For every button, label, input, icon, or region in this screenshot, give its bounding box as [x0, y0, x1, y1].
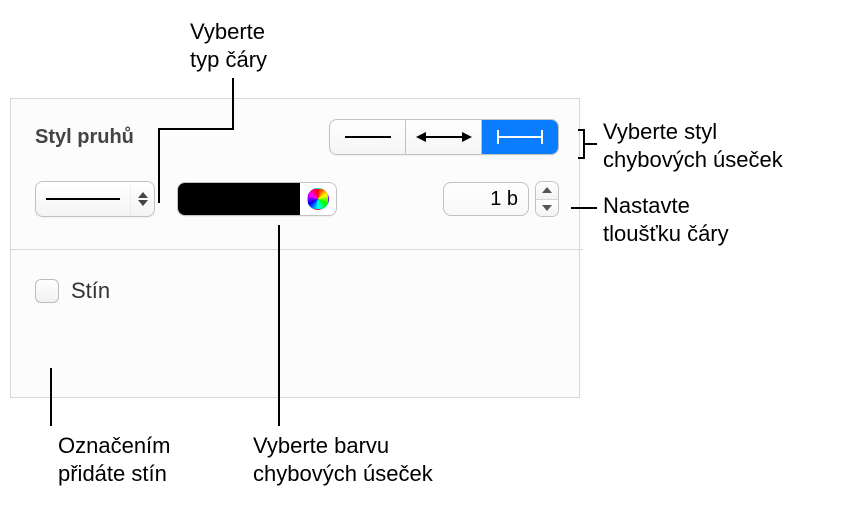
callout-line	[158, 128, 160, 203]
bar-style-panel: Styl pruhů	[10, 98, 580, 398]
t-cap-line-icon	[492, 127, 548, 147]
solid-line-icon	[36, 198, 130, 200]
error-bar-color-well[interactable]	[177, 182, 337, 216]
chevron-up-icon	[542, 187, 552, 193]
line-type-popup[interactable]	[35, 181, 155, 217]
error-bar-style-segmented	[329, 119, 559, 155]
line-thickness-value: 1 b	[490, 188, 518, 211]
error-bar-style-arrow[interactable]	[406, 120, 482, 154]
popup-arrows-icon	[130, 182, 154, 216]
callout-line	[158, 128, 234, 130]
divider	[11, 249, 583, 250]
callout-color: Vyberte barvu chybových úseček	[253, 432, 433, 488]
callout-thickness: Nastavte tloušťku čáry	[603, 192, 729, 248]
shadow-checkbox[interactable]	[35, 279, 59, 303]
callout-bracket	[578, 157, 585, 159]
thickness-step-down[interactable]	[536, 200, 558, 217]
callout-line	[571, 207, 597, 209]
callout-error-bar-style: Vyberte styl chybových úseček	[603, 118, 783, 174]
color-wheel-icon	[307, 188, 329, 210]
line-thickness-field[interactable]: 1 b	[443, 182, 529, 216]
callout-bracket	[578, 129, 585, 131]
callout-line	[232, 78, 234, 128]
plain-line-icon	[343, 127, 393, 147]
section-title: Styl pruhů	[35, 126, 134, 149]
arrow-cap-line-icon	[416, 127, 472, 147]
error-bar-style-capped[interactable]	[482, 120, 558, 154]
callout-line	[50, 368, 52, 426]
thickness-step-up[interactable]	[536, 182, 558, 200]
callout-line	[278, 225, 280, 426]
callout-shadow: Označením přidáte stín	[58, 432, 171, 488]
error-bar-style-line[interactable]	[330, 120, 406, 154]
callout-bracket	[583, 143, 597, 145]
line-thickness-stepper	[535, 181, 559, 217]
chevron-down-icon	[542, 205, 552, 211]
shadow-label: Stín	[71, 278, 110, 304]
color-swatch	[178, 183, 300, 215]
color-picker-button[interactable]	[300, 183, 336, 215]
callout-line-type: Vyberte typ čáry	[190, 18, 267, 74]
